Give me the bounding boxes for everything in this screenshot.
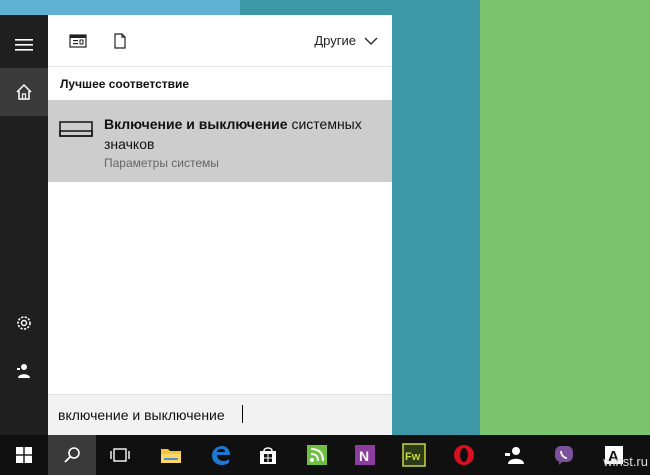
svg-text:Fw: Fw (405, 451, 421, 463)
feedly-icon (307, 445, 327, 465)
search-input[interactable] (58, 404, 378, 426)
edge-icon (212, 446, 230, 465)
store-button[interactable] (244, 435, 292, 475)
taskbar-settings-icon (59, 121, 93, 137)
viber-button[interactable] (540, 435, 588, 475)
watermark: winst.ru (603, 454, 648, 469)
best-match-result[interactable]: Включение и выключение системных значков… (48, 100, 392, 182)
search-results-panel: Другие Лучшее соответствие Включение и в… (48, 15, 392, 435)
people-button[interactable] (0, 347, 48, 395)
desktop-background-right (480, 0, 650, 435)
feedly-button[interactable] (293, 435, 341, 475)
fireworks-button[interactable]: Fw (390, 435, 438, 475)
opera-button[interactable] (440, 435, 488, 475)
svg-text:N: N (359, 448, 369, 464)
store-icon (260, 447, 276, 464)
best-match-heading: Лучшее соответствие (60, 77, 190, 91)
start-rail (0, 15, 48, 435)
viber-icon (555, 446, 573, 465)
search-box (48, 394, 392, 435)
user-icon (17, 364, 30, 378)
task-view-button[interactable] (96, 435, 144, 475)
apps-filter-icon (69, 34, 87, 48)
opera-icon (454, 445, 474, 465)
taskbar: N Fw A winst.ru (0, 435, 650, 475)
result-title: Включение и выключение системных значков (104, 114, 384, 154)
search-icon (64, 447, 80, 463)
result-subtitle: Параметры системы (104, 156, 219, 170)
result-icon-container (59, 120, 93, 138)
start-button[interactable] (0, 435, 48, 475)
task-view-icon (110, 448, 130, 462)
fireworks-icon: Fw (402, 443, 426, 467)
search-filter-bar: Другие (48, 15, 392, 67)
hamburger-menu-button[interactable] (0, 21, 48, 69)
onenote-icon: N (355, 445, 375, 465)
people-icon (505, 447, 524, 464)
taskbar-search-button[interactable] (48, 435, 96, 475)
others-dropdown[interactable]: Другие (314, 33, 378, 48)
others-dropdown-label: Другие (314, 33, 356, 48)
result-title-match: Включение и выключение (104, 116, 288, 132)
home-icon (16, 83, 32, 100)
document-icon (114, 33, 126, 49)
documents-filter-button[interactable] (108, 29, 132, 53)
onenote-button[interactable]: N (341, 435, 389, 475)
chevron-down-icon (364, 37, 378, 45)
file-explorer-button[interactable] (147, 435, 195, 475)
settings-icon (17, 316, 31, 330)
home-button[interactable] (0, 68, 48, 116)
apps-filter-button[interactable] (66, 29, 90, 53)
people-taskbar-button[interactable] (490, 435, 538, 475)
file-explorer-icon (161, 449, 181, 463)
text-caret (242, 405, 243, 423)
edge-button[interactable] (196, 435, 244, 475)
settings-button[interactable] (0, 299, 48, 347)
hamburger-icon (15, 39, 33, 51)
start-icon (16, 447, 32, 463)
